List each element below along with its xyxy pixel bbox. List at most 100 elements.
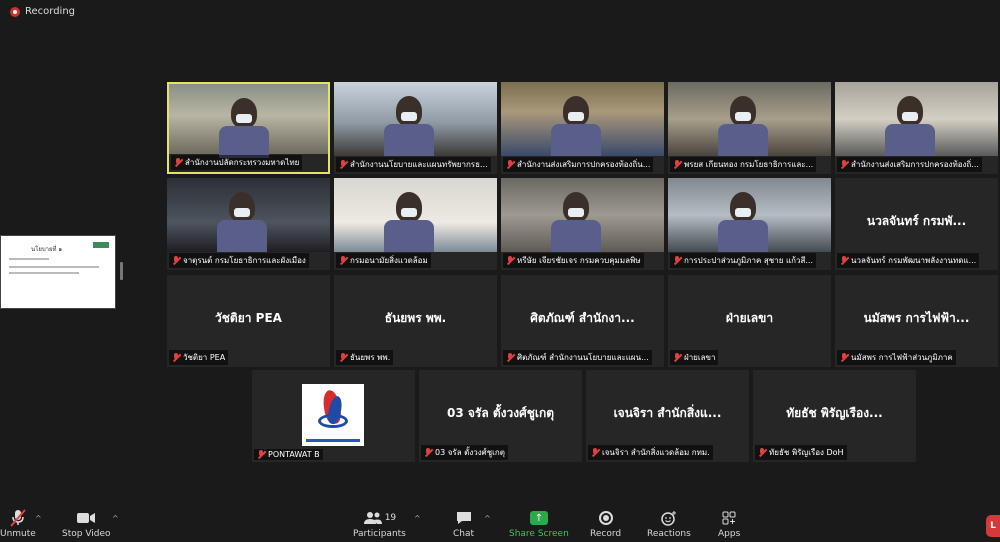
participant-display-name: 03 จรัล ตั้งวงศ์ชูเกตุ [446,406,555,420]
face-mask [735,208,751,217]
participant-name-label: นมัสพร การไฟฟ้าส่วนภูมิภาค [837,350,956,365]
participant-video [169,84,328,158]
unmute-button[interactable]: Unmute [0,509,36,539]
participant-name: พรยส เกียนทอง กรมโยธาธิการและ... [684,160,814,169]
participant-tile[interactable]: ฝ่ายเลขา ฝ่ายเลขา [668,275,831,367]
stop-video-label: Stop Video [62,529,111,539]
participant-tile[interactable]: วัชติยา PEA วัชติยา PEA [167,275,330,367]
participant-name-label: กรมอนามัยสิ่งแวดล้อม [336,253,431,268]
participant-name-label: ทัยธัช พิรัญเรือง DoH [755,445,847,460]
participant-tile[interactable]: นวลจันทร์ กรมพั... นวลจันทร์ กรมพัฒนาพลัง… [835,178,998,270]
shared-screen-line [9,266,99,268]
participant-tile[interactable]: เจนจิรา สำนักสิ่งแ... เจนจิรา สำนักสิ่งแว… [586,370,749,462]
participant-tile[interactable]: PONTAWAT B [252,370,415,462]
participant-display-name: นมัสพร การไฟฟ้า... [863,311,970,325]
shared-screen-logo [93,242,109,248]
participant-display-name: นวลจันทร์ กรมพั... [866,214,967,228]
participant-tile[interactable]: สำนักงานส่งเสริมการปกครองท้องถิ่... [835,82,998,174]
participant-name-label: ฝ่ายเลขา [670,350,719,365]
leave-button[interactable]: L [986,515,1000,537]
participant-name-label: วัชติยา PEA [169,350,229,365]
shared-screen-thumbnail[interactable]: นโยบายที่ ๑ [0,235,116,309]
participant-video [668,82,831,156]
mic-muted-icon [339,160,347,169]
video-options-caret[interactable]: ^ [112,514,119,523]
participant-tile[interactable]: สำนักงานส่งเสริมการปกครองท้องถิ่น... [501,82,664,174]
participant-body [384,220,434,252]
participant-tile[interactable]: ศิตภัณฑ์ สำนักงา... ศิตภัณฑ์ สำนักงานนโยบ… [501,275,664,367]
recording-icon [10,6,20,17]
participant-tile[interactable]: พรยส เกียนทอง กรมโยธาธิการและ... [668,82,831,174]
participant-name-label: PONTAWAT B [254,449,323,460]
participant-video [668,178,831,252]
participants-count: 19 [384,513,397,523]
participant-name-label: สำนักงานนโยบายและแผนทรัพยากรธ... [336,157,491,172]
participant-name: สำนักงานส่งเสริมการปกครองท้องถิ่... [851,160,979,169]
share-screen-icon: ↑ [529,509,548,527]
participant-video [334,82,497,156]
participant-head [897,96,923,126]
participant-tile[interactable]: สำนักงานปลัดกระทรวงมหาดไทย [167,82,330,174]
participant-video [334,178,497,252]
face-mask [401,112,417,121]
mic-muted-icon [840,160,848,169]
participant-tile[interactable]: หรีษัย เจียรชัยเจร กรมควบคุมมลพิษ [501,178,664,270]
audio-options-caret[interactable]: ^ [35,514,42,523]
participant-name: สำนักงานนโยบายและแผนทรัพยากรธ... [350,160,488,169]
resize-handle[interactable] [120,262,123,280]
reactions-button[interactable]: Reactions [647,509,691,539]
meeting-toolbar: Unmute ^ Stop Video ^ 19 Participants ^ … [0,505,1000,542]
participant-name: เจนจิรา สำนักสิ่งแวดล้อม กทม. [602,448,710,457]
participant-name: ธันยพร พพ. [350,353,391,362]
participant-name-label: 03 จรัล ตั้งวงศ์ชูเกตุ [421,445,508,460]
participant-head [229,192,255,222]
participants-button[interactable]: 19 Participants [353,509,406,539]
mic-muted-icon [673,256,681,265]
participant-body [384,124,434,156]
participant-body [718,124,768,156]
participant-tile[interactable]: จาตุรนต์ กรมโยธาธิการและผังเมือง [167,178,330,270]
participant-display-name: ฝ่ายเลขา [725,311,774,325]
smiley-plus-icon [660,509,678,527]
record-button[interactable]: Record [590,509,621,539]
participant-name: ทัยธัช พิรัญเรือง DoH [769,448,844,457]
participant-tile[interactable]: กรมอนามัยสิ่งแวดล้อม [334,178,497,270]
participant-body [217,220,267,252]
mic-muted-icon [174,158,182,167]
participant-display-name: เจนจิรา สำนักสิ่งแ... [613,406,722,420]
chat-button[interactable]: Chat [453,509,474,539]
mic-muted-icon [10,509,26,527]
recording-label: Recording [25,6,76,17]
participants-options-caret[interactable]: ^ [414,514,421,523]
participant-tile[interactable]: 03 จรัล ตั้งวงศ์ชูเกตุ 03 จรัล ตั้งวงศ์ชู… [419,370,582,462]
share-screen-label: Share Screen [509,529,569,539]
participant-name-label: เจนจิรา สำนักสิ่งแวดล้อม กทม. [588,445,713,460]
participant-name: ศิตภัณฑ์ สำนักงานนโยบายและแผน... [517,353,649,362]
chat-options-caret[interactable]: ^ [484,514,491,523]
participant-body [219,126,269,158]
mic-muted-icon [591,448,599,457]
record-label: Record [590,529,622,539]
pea-logo-icon [302,384,364,446]
recording-indicator: Recording [10,6,75,17]
participant-tile[interactable]: ธันยพร พพ. ธันยพร พพ. [334,275,497,367]
participant-head [730,192,756,222]
record-icon [598,509,613,527]
participant-tile[interactable]: สำนักงานนโยบายและแผนทรัพยากรธ... [334,82,497,174]
participant-tile[interactable]: นมัสพร การไฟฟ้า... นมัสพร การไฟฟ้าส่วนภูม… [835,275,998,367]
participant-tile[interactable]: การประปาส่วนภูมิภาค สุชาย แก้วสี... [668,178,831,270]
participant-display-name: ศิตภัณฑ์ สำนักงา... [530,311,635,325]
mic-muted-icon [257,450,265,459]
apps-grid-icon [721,509,737,527]
apps-button[interactable]: Apps [718,509,740,539]
participant-head [396,192,422,222]
shared-screen-line [9,258,49,260]
stop-video-button[interactable]: Stop Video [62,509,111,539]
share-screen-button[interactable]: ↑ Share Screen [509,509,569,539]
mic-muted-icon [673,160,681,169]
participant-name-label: พรยส เกียนทอง กรมโยธาธิการและ... [670,157,817,172]
participant-head [563,96,589,126]
participant-name-label: สำนักงานปลัดกระทรวงมหาดไทย [171,155,303,170]
participant-name-label: จาตุรนต์ กรมโยธาธิการและผังเมือง [169,253,309,268]
participant-tile[interactable]: ทัยธัช พิรัญเรือง... ทัยธัช พิรัญเรือง Do… [753,370,916,462]
